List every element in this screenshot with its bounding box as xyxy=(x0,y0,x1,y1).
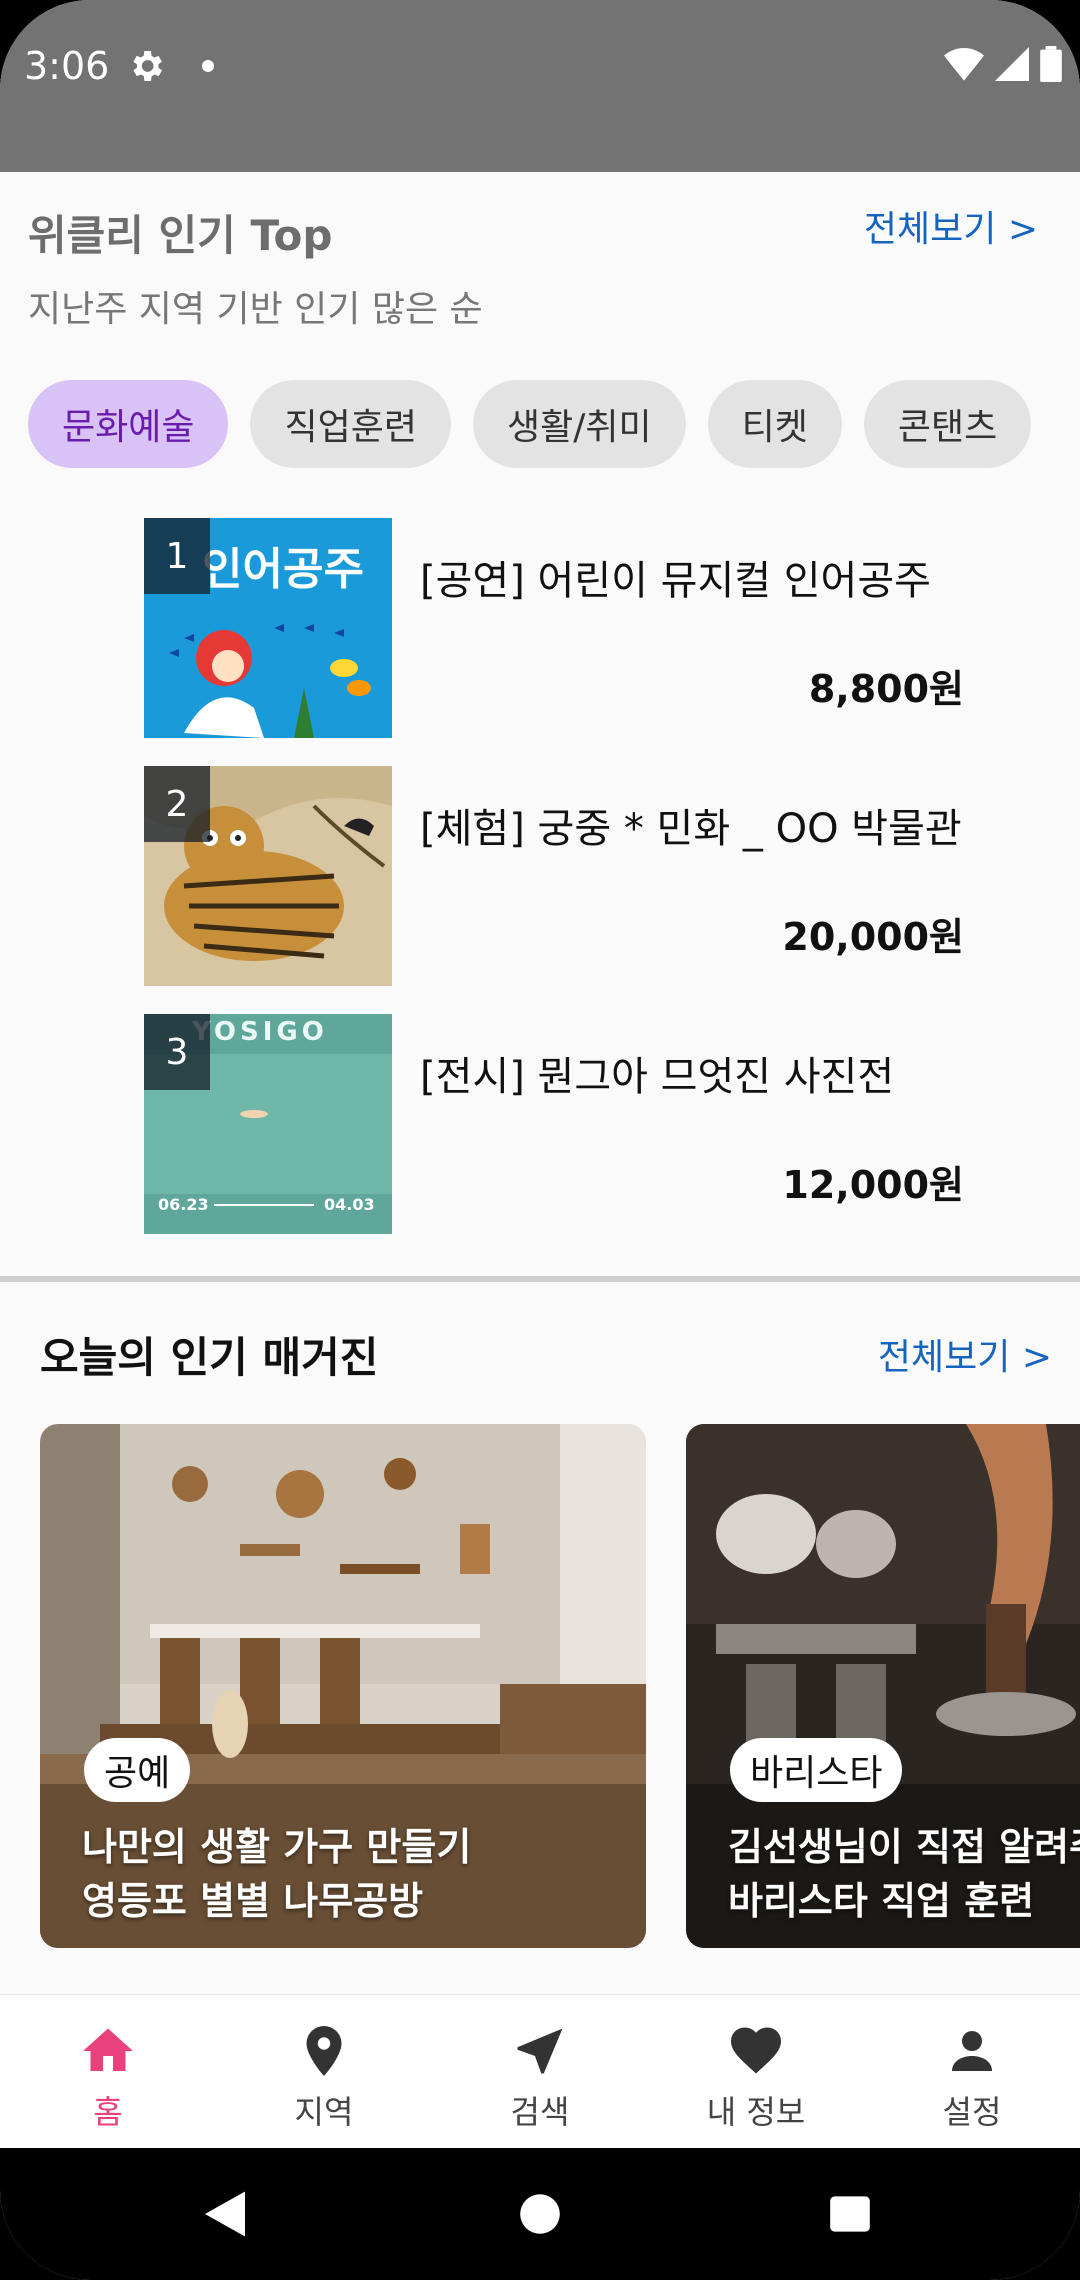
weekly-see-all-link[interactable]: 전체보기 > xyxy=(864,200,1038,252)
chip-job-training[interactable]: 직업훈련 xyxy=(250,380,451,468)
nav-label-region: 지역 xyxy=(294,2093,354,2131)
back-triangle-icon[interactable] xyxy=(200,2188,250,2240)
rank-item[interactable]: YOSIGO 06.23 04.03 3 [전시] 뭔그아 므엇진 사진전 12… xyxy=(144,1014,964,1262)
status-icons xyxy=(944,46,1062,82)
chip-ticket[interactable]: 티켓 xyxy=(707,380,842,468)
magazine-caption-line1: 나만의 생활 가구 만들기 xyxy=(82,1825,472,1869)
bottom-navigation: 홈 지역 검색 내 정보 설정 xyxy=(0,1994,1080,2148)
person-icon xyxy=(952,2031,992,2071)
nav-item-settings[interactable]: 설정 xyxy=(864,1995,1080,2148)
nav-label-home: 홈 xyxy=(93,2093,123,2131)
magazine-category-badge: 바리스타 xyxy=(730,1738,903,1802)
category-chips: 문화예술 직업훈련 생활/취미 티켓 콘탠츠 xyxy=(28,380,1032,468)
battery-icon xyxy=(1040,46,1062,82)
settings-gear-icon xyxy=(133,51,162,81)
rank-item-price: 8,800원 xyxy=(808,667,964,711)
rank-item-price: 20,000원 xyxy=(782,915,964,959)
nav-item-home[interactable]: 홈 xyxy=(0,1995,216,2148)
nav-label-settings: 설정 xyxy=(942,2093,1002,2131)
status-bar: 3:06 xyxy=(0,0,1080,172)
recents-square-icon[interactable] xyxy=(828,2188,872,2240)
magazine-card-caption: 김선생님이 직접 알려주 바리스타 직업 훈련 xyxy=(728,1820,1080,1928)
chip-life-hobby[interactable]: 생활/취미 xyxy=(472,380,686,468)
home-circle-icon[interactable] xyxy=(518,2188,562,2240)
magazine-caption-line2: 바리스타 직업 훈련 xyxy=(728,1879,1035,1923)
rank-number-badge: 1 xyxy=(144,518,210,594)
nav-item-region[interactable]: 지역 xyxy=(216,1995,432,2148)
magazine-carousel[interactable]: 공예 나만의 생활 가구 만들기 영등포 별별 나무공방 바리스타 김선생님이 … xyxy=(40,1424,1080,1948)
magazine-caption-line1: 김선생님이 직접 알려주 xyxy=(728,1825,1080,1869)
main-content: 위클리 인기 Top 전체보기 > 지난주 지역 기반 인기 많은 순 문화예술… xyxy=(0,194,1080,1994)
magazine-card[interactable]: 공예 나만의 생활 가구 만들기 영등포 별별 나무공방 xyxy=(40,1424,646,1948)
chip-contents[interactable]: 콘탠츠 xyxy=(863,380,1032,468)
nav-item-my-info[interactable]: 내 정보 xyxy=(648,1995,864,2148)
poster-title-text: YOSIGO xyxy=(191,1017,328,1047)
chip-culture-arts[interactable]: 문화예술 xyxy=(28,380,229,468)
heart-icon xyxy=(731,2027,781,2074)
poster-date-end: 04.03 xyxy=(324,1195,375,1214)
wifi-icon xyxy=(944,48,984,81)
rank-item[interactable]: 인어공주 1 [공연] 어린이 뮤지컬 인어공주 8,800원 xyxy=(144,518,964,766)
magazine-title: 오늘의 인기 매거진 xyxy=(40,1333,379,1382)
rank-item-price: 12,000원 xyxy=(782,1163,964,1207)
status-time: 3:06 xyxy=(24,44,110,88)
magazine-caption-line2: 영등포 별별 나무공방 xyxy=(82,1879,424,1923)
rank-item-title: [체험] 궁중 * 민화 _ OO 박물관 xyxy=(420,806,962,852)
rank-number-badge: 3 xyxy=(144,1014,210,1090)
section-divider xyxy=(0,1276,1080,1282)
poster-title-text: 인어공주 xyxy=(202,544,364,595)
magazine-card-caption: 나만의 생활 가구 만들기 영등포 별별 나무공방 xyxy=(82,1820,471,1928)
nav-item-search[interactable]: 검색 xyxy=(432,1995,648,2148)
home-icon xyxy=(83,2028,133,2071)
navigation-arrow-icon xyxy=(517,2028,563,2074)
weekly-rank-list: 인어공주 1 [공연] 어린이 뮤지컬 인어공주 8,800원 2 [체험] 궁… xyxy=(144,518,964,1262)
phone-screen: 3:06 위클리 인기 Top 전체보기 > 지난주 지역 기반 인기 많은 순… xyxy=(0,0,1080,2280)
weekly-subtitle: 지난주 지역 기반 인기 많은 순 xyxy=(28,289,483,330)
notification-dot-icon xyxy=(202,60,214,72)
cellular-signal-icon xyxy=(995,47,1029,81)
rank-item-title: [공연] 어린이 뮤지컬 인어공주 xyxy=(420,558,931,604)
rank-number-badge: 2 xyxy=(144,766,210,842)
system-navigation-bar xyxy=(0,2148,1080,2280)
musical-poster-thumbnail: 인어공주 1 xyxy=(144,518,392,738)
location-pin-icon xyxy=(306,2026,342,2076)
weekly-top-title: 위클리 인기 Top xyxy=(28,211,333,260)
poster-date-start: 06.23 xyxy=(158,1195,209,1214)
rank-item-title: [전시] 뭔그아 므엇진 사진전 xyxy=(420,1054,895,1100)
magazine-category-badge: 공예 xyxy=(84,1738,191,1802)
tiger-painting-thumbnail: 2 xyxy=(144,766,392,986)
nav-label-search: 검색 xyxy=(510,2093,570,2131)
rank-item[interactable]: 2 [체험] 궁중 * 민화 _ OO 박물관 20,000원 xyxy=(144,766,964,1014)
magazine-card[interactable]: 바리스타 김선생님이 직접 알려주 바리스타 직업 훈련 xyxy=(686,1424,1080,1948)
photo-exhibition-thumbnail: YOSIGO 06.23 04.03 3 xyxy=(144,1014,392,1234)
magazine-see-all-link[interactable]: 전체보기 > xyxy=(878,1328,1052,1380)
nav-label-my-info: 내 정보 xyxy=(706,2093,806,2131)
